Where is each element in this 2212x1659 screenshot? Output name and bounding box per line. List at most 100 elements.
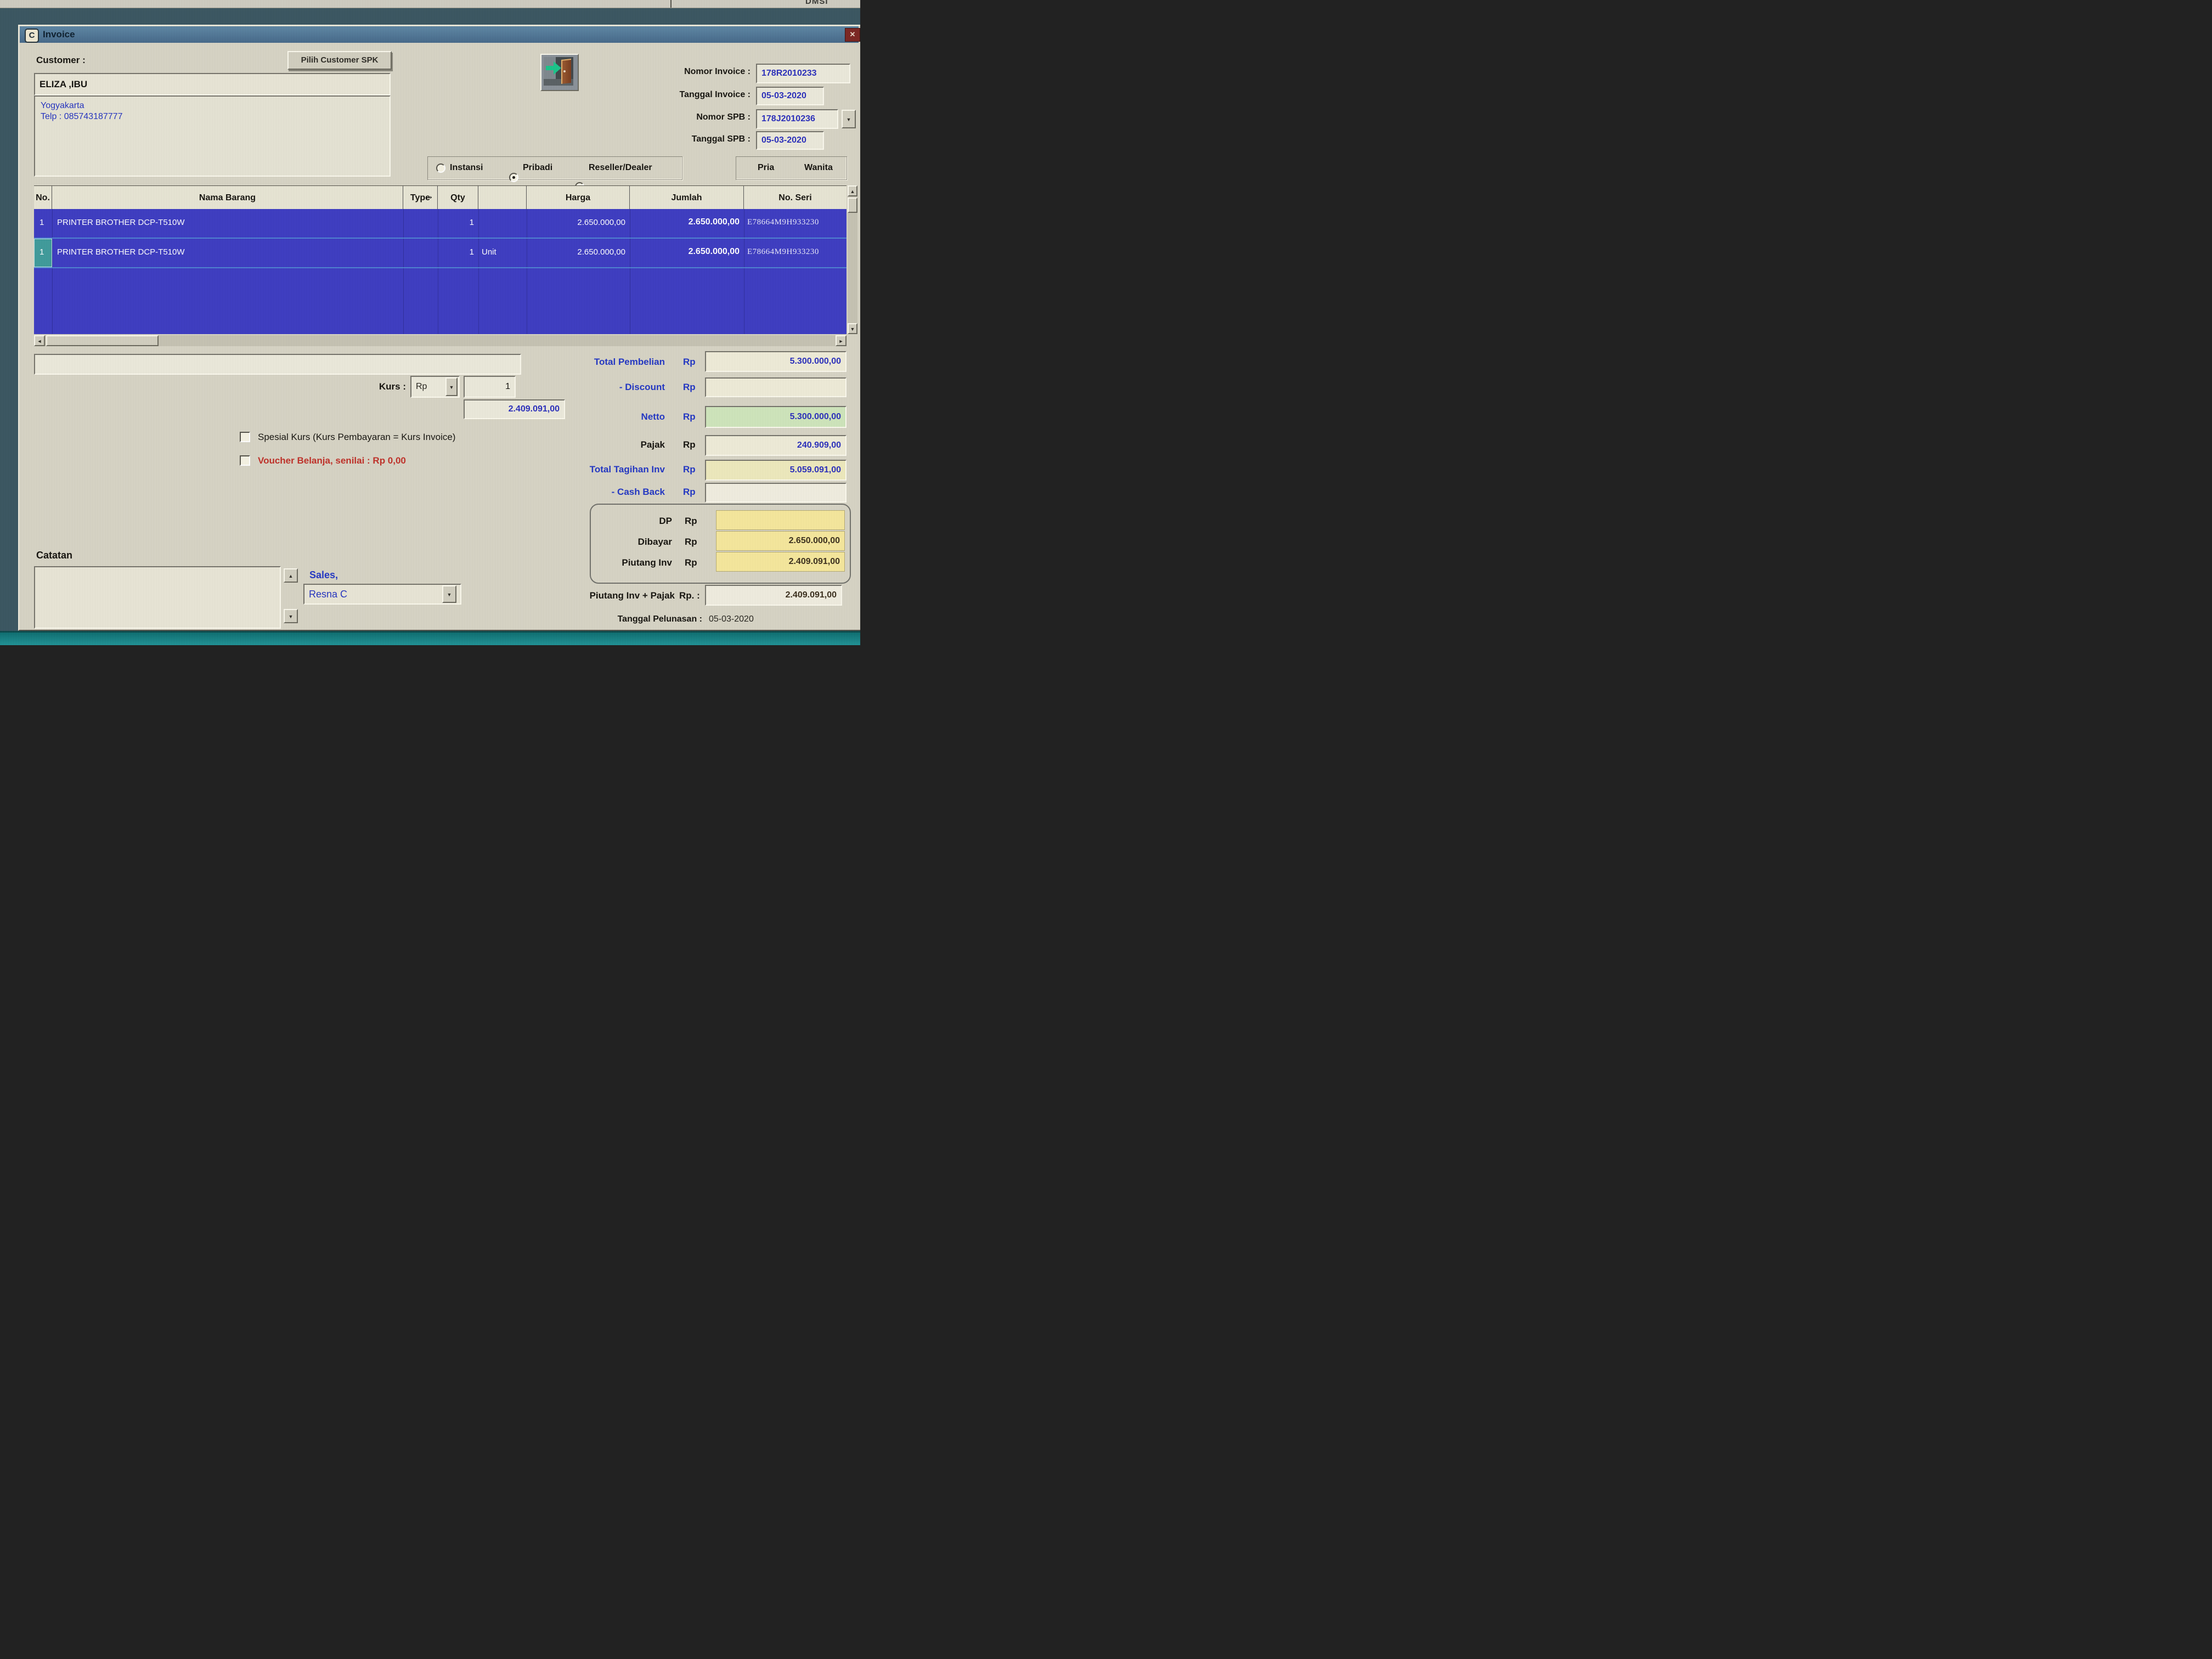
cash-back-rp: Rp — [683, 487, 696, 497]
barcode-entry-field[interactable] — [34, 354, 521, 375]
nomor-spb-field[interactable]: 178J2010236 — [756, 109, 838, 129]
header-jumlah[interactable]: Jumlah — [630, 186, 744, 210]
radio-pribadi[interactable] — [509, 173, 518, 182]
nomor-spb-dropdown-icon[interactable]: ▼ — [842, 110, 856, 128]
dibayar-label: Dibayar — [637, 537, 672, 547]
tanggal-invoice-value: 05-03-2020 — [761, 91, 806, 100]
sales-value: Resna C — [309, 589, 348, 600]
vscroll-down-icon[interactable]: ▼ — [848, 323, 857, 334]
vscroll-thumb[interactable] — [848, 198, 857, 213]
pajak-rp: Rp — [683, 439, 696, 450]
header-unit[interactable] — [478, 186, 527, 210]
tanggal-spb-field[interactable]: 05-03-2020 — [756, 131, 824, 150]
row1-nama: PRINTER BROTHER DCP-T510W — [57, 218, 185, 227]
netto-rp: Rp — [683, 411, 696, 422]
piutang-pajak-rp: Rp. : — [679, 590, 700, 601]
hscroll-left-icon[interactable]: ◄ — [34, 335, 45, 346]
top-window-fragment: DMSI — [0, 0, 860, 8]
nomor-invoice-field[interactable]: 178R2010233 — [756, 64, 850, 83]
nomor-invoice-label: Nomor Invoice : — [684, 67, 751, 76]
exit-door-icon — [544, 57, 573, 86]
tanggal-invoice-label: Tanggal Invoice : — [679, 90, 751, 99]
radio-pribadi-label[interactable]: Pribadi — [523, 163, 552, 173]
row1-qty: 1 — [469, 218, 474, 227]
row2-qty: 1 — [469, 247, 474, 257]
catatan-scroll-up-icon[interactable]: ▲ — [284, 568, 298, 583]
items-table-header: No. Nama Barang Type Qty Harga Jumlah No… — [34, 185, 847, 211]
kurs-dropdown-icon[interactable]: ▼ — [445, 377, 458, 396]
row2-seri: E78664M9H933230 — [747, 247, 819, 256]
desktop-taskband — [0, 631, 860, 645]
spesial-kurs-checkbox[interactable] — [240, 432, 250, 442]
row2-harga: 2.650.000,00 — [577, 247, 625, 257]
vscroll-up-icon[interactable]: ▲ — [848, 185, 857, 196]
total-tagihan-field: 5.059.091,00 — [705, 460, 847, 481]
piutang-inv-field[interactable]: 2.409.091,00 — [716, 552, 845, 572]
netto-value: 5.300.000,00 — [789, 412, 841, 421]
pelunasan-label: Tanggal Pelunasan : — [617, 614, 702, 624]
column-resize-cursor-icon: ↔ — [424, 190, 434, 202]
cash-back-label: - Cash Back — [611, 487, 665, 497]
header-no-seri[interactable]: No. Seri — [744, 186, 847, 210]
total-pembelian-value: 5.300.000,00 — [789, 357, 841, 366]
radio-wanita-label[interactable]: Wanita — [804, 163, 833, 173]
cash-back-field[interactable] — [705, 483, 847, 503]
sales-dropdown[interactable]: Resna C — [303, 584, 461, 605]
monitor-photo: DMSI C Invoice ✕ Customer : Pilih Custom… — [0, 0, 860, 645]
nomor-spb-label: Nomor SPB : — [696, 112, 751, 122]
total-tagihan-rp: Rp — [683, 464, 696, 475]
voucher-belanja-checkbox[interactable] — [240, 455, 250, 466]
tanggal-spb-value: 05-03-2020 — [761, 136, 806, 145]
header-nama-barang[interactable]: Nama Barang — [52, 186, 403, 210]
spesial-kurs-label[interactable]: Spesial Kurs (Kurs Pembayaran = Kurs Inv… — [258, 432, 455, 443]
customer-city: Yogyakarta — [41, 101, 84, 110]
close-button[interactable]: ✕ — [845, 28, 860, 42]
sales-dropdown-icon[interactable]: ▼ — [442, 585, 456, 603]
row2-jumlah: 2.650.000,00 — [688, 247, 740, 256]
hscroll-thumb[interactable] — [46, 335, 159, 346]
app-icon: C — [25, 29, 39, 43]
customer-address-box: Yogyakarta Telp : 085743187777 — [34, 95, 391, 177]
kurs-rate-field[interactable]: 1 — [464, 376, 516, 398]
radio-reseller-dealer-label[interactable]: Reseller/Dealer — [589, 163, 652, 173]
netto-field: 5.300.000,00 — [705, 406, 847, 428]
pajak-field: 240.909,00 — [705, 435, 847, 456]
catatan-textarea[interactable] — [34, 566, 281, 629]
header-qty[interactable]: Qty — [438, 186, 478, 210]
piutang-pajak-field: 2.409.091,00 — [705, 585, 842, 606]
dp-rp: Rp — [685, 516, 697, 526]
dibayar-value: 2.650.000,00 — [788, 536, 840, 545]
row1-no: 1 — [40, 218, 44, 227]
nomor-invoice-value: 178R2010233 — [761, 69, 817, 78]
tanggal-invoice-field[interactable]: 05-03-2020 — [756, 87, 824, 105]
exit-button[interactable] — [540, 54, 579, 91]
discount-field[interactable] — [705, 377, 847, 397]
piutang-inv-value: 2.409.091,00 — [788, 557, 840, 566]
header-harga[interactable]: Harga — [527, 186, 630, 210]
row2-nama: PRINTER BROTHER DCP-T510W — [57, 247, 185, 257]
pilih-customer-spk-button[interactable]: Pilih Customer SPK — [287, 51, 392, 70]
radio-instansi[interactable] — [436, 163, 445, 173]
items-table-body[interactable]: 1 PRINTER BROTHER DCP-T510W 1 2.650.000,… — [34, 209, 847, 334]
customer-phone: Telp : 085743187777 — [41, 112, 123, 121]
title-bar[interactable] — [20, 26, 859, 43]
pajak-label: Pajak — [640, 439, 665, 450]
kurs-rate-value: 1 — [505, 382, 510, 391]
catatan-scroll-down-icon[interactable]: ▼ — [284, 609, 298, 623]
dp-field[interactable] — [716, 510, 845, 530]
window-title: Invoice — [43, 29, 75, 40]
piutang-inv-rp: Rp — [685, 557, 697, 568]
radio-instansi-label[interactable]: Instansi — [450, 163, 483, 173]
row2-unit: Unit — [482, 247, 496, 257]
piutang-pajak-value: 2.409.091,00 — [785, 590, 837, 600]
radio-pria-label[interactable]: Pria — [758, 163, 774, 173]
customer-name-field[interactable]: ELIZA ,IBU — [34, 73, 391, 95]
voucher-belanja-label[interactable]: Voucher Belanja, senilai : Rp 0,00 — [258, 455, 406, 466]
top-fragment-text: DMSI — [805, 0, 828, 6]
dibayar-field[interactable]: 2.650.000,00 — [716, 531, 845, 551]
kurs-label: Kurs : — [379, 381, 406, 392]
hscroll-right-icon[interactable]: ► — [836, 335, 847, 346]
header-no[interactable]: No. — [34, 186, 52, 210]
total-tagihan-value: 5.059.091,00 — [789, 465, 841, 475]
piutang-inv-label: Piutang Inv — [622, 557, 672, 568]
